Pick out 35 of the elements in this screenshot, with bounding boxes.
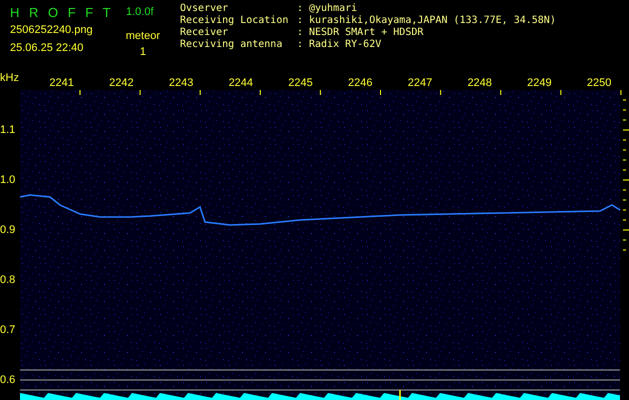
separator-colon: :: [297, 27, 304, 39]
axis-label: 2248: [466, 77, 493, 90]
info-label: Recviving antenna: [180, 39, 284, 51]
info-label: Receiving Location: [180, 15, 290, 27]
count-label: meteor: [126, 30, 160, 43]
axis-label: 2245: [287, 77, 314, 90]
axis-label: 0.9: [0, 223, 16, 238]
axis-label: 2243: [168, 77, 194, 90]
info-value: NESDR SMArt + HDSDR: [309, 27, 424, 39]
app-title: H R O F F T: [10, 4, 114, 20]
info-label: Ovserver: [180, 3, 230, 15]
info-value: @yuhmari: [309, 3, 358, 15]
unit-label: kHz: [0, 72, 20, 84]
meteor-count: 1: [140, 46, 146, 59]
axis-label: 0.8: [0, 273, 16, 288]
info-value: kurashiki,Okayama,JAPAN (133.77E, 34.58N): [309, 15, 556, 27]
axis-label: 0.6: [0, 373, 16, 388]
separator-colon: :: [297, 15, 304, 27]
axis-label: 2242: [108, 77, 135, 90]
axis-label: 0.7: [0, 323, 16, 338]
axis-label: 1.1: [0, 123, 16, 138]
axis-label: 2247: [406, 77, 434, 90]
axis-label: 2244: [228, 77, 254, 90]
file-name: 2506252240.png: [10, 24, 93, 37]
axis-label: 2250: [586, 77, 612, 90]
version-label: 1.0.0f: [126, 6, 154, 18]
info-label: Receiver: [180, 27, 230, 39]
axis-label: 2249: [526, 77, 553, 90]
separator-colon: :: [297, 3, 304, 15]
info-value: Radix RY-62V: [309, 39, 382, 51]
separator-colon: :: [297, 39, 304, 51]
axis-label: 2241: [48, 77, 75, 90]
axis-label: 2246: [347, 77, 374, 90]
date-time: 25.06.25 22:40: [10, 42, 84, 55]
axis-label: 1.0: [0, 173, 16, 188]
